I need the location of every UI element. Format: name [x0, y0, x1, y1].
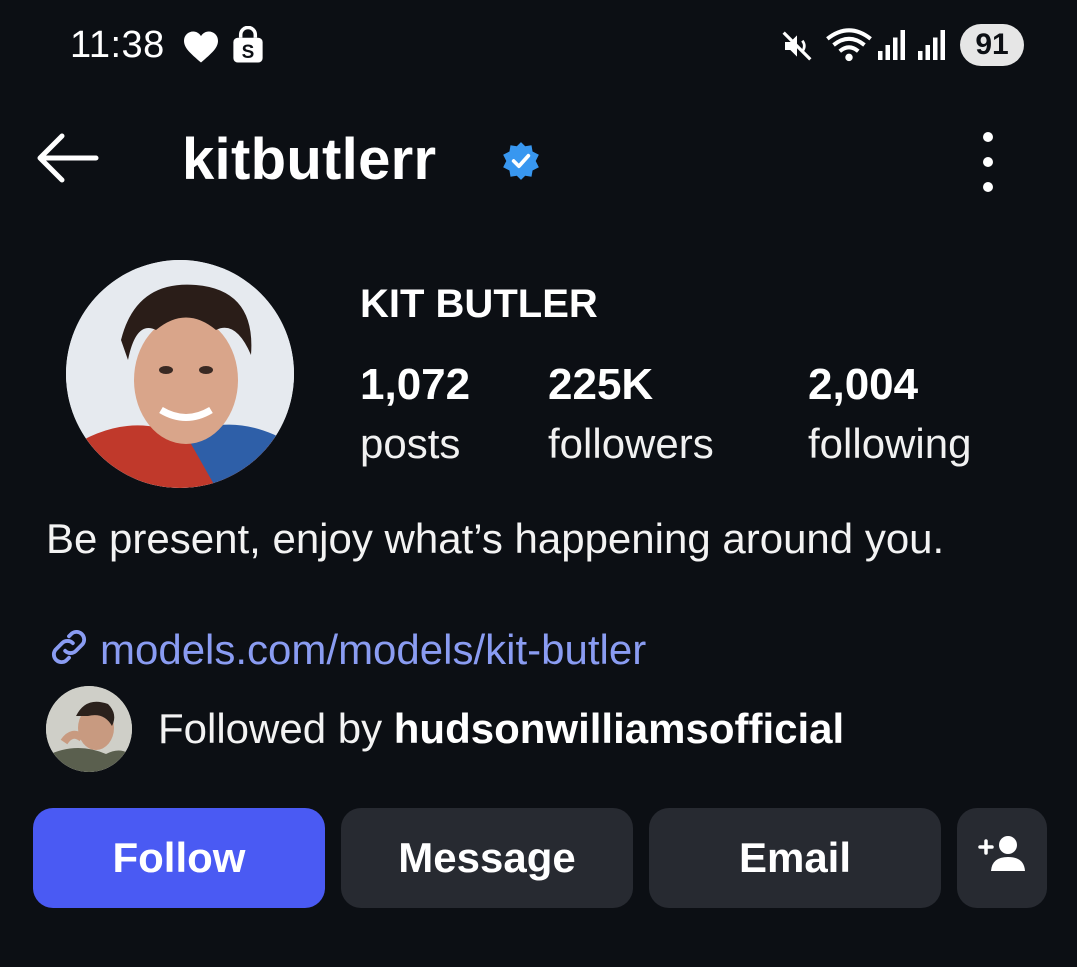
add-person-button[interactable] — [957, 808, 1047, 908]
email-button[interactable]: Email — [649, 808, 941, 908]
profile-full-name: KIT BUTLER — [360, 282, 598, 326]
status-time: 11:38 — [70, 24, 165, 66]
message-button[interactable]: Message — [341, 808, 633, 908]
verified-badge-icon — [500, 140, 542, 187]
add-person-icon — [978, 833, 1026, 883]
followed-by-row[interactable]: Followed by hudsonwilliamsofficial — [46, 686, 844, 772]
heart-icon — [182, 30, 220, 69]
followed-by-text: Followed by hudsonwilliamsofficial — [158, 705, 844, 753]
profile-link[interactable]: models.com/models/kit-butler — [46, 624, 646, 675]
profile-link-text[interactable]: models.com/models/kit-butler — [100, 626, 646, 674]
following-count[interactable]: 2,004 — [808, 360, 918, 410]
profile-avatar[interactable] — [66, 260, 294, 488]
following-label[interactable]: following — [808, 420, 971, 468]
shopping-bag-icon: S — [230, 25, 266, 69]
signal-icon — [876, 30, 910, 65]
posts-count[interactable]: 1,072 — [360, 360, 470, 410]
more-options-icon[interactable] — [972, 132, 1004, 192]
link-icon — [46, 624, 92, 675]
posts-label[interactable]: posts — [360, 420, 460, 468]
follow-button[interactable]: Follow — [33, 808, 325, 908]
followers-count[interactable]: 225K — [548, 360, 653, 410]
profile-username: kitbutlerr — [182, 127, 437, 192]
svg-text:S: S — [242, 42, 255, 63]
profile-bio: Be present, enjoy what’s happening aroun… — [46, 515, 945, 562]
signal-icon — [916, 30, 950, 65]
followers-label[interactable]: followers — [548, 420, 714, 468]
wifi-icon — [824, 28, 874, 67]
mute-icon — [780, 30, 814, 67]
followed-by-prefix: Followed by — [158, 705, 394, 752]
mutual-follower-avatar[interactable] — [46, 686, 132, 772]
mutual-follower-username[interactable]: hudsonwilliamsofficial — [394, 705, 844, 752]
back-arrow-icon[interactable] — [32, 130, 100, 191]
battery-indicator: 91 — [960, 24, 1024, 66]
